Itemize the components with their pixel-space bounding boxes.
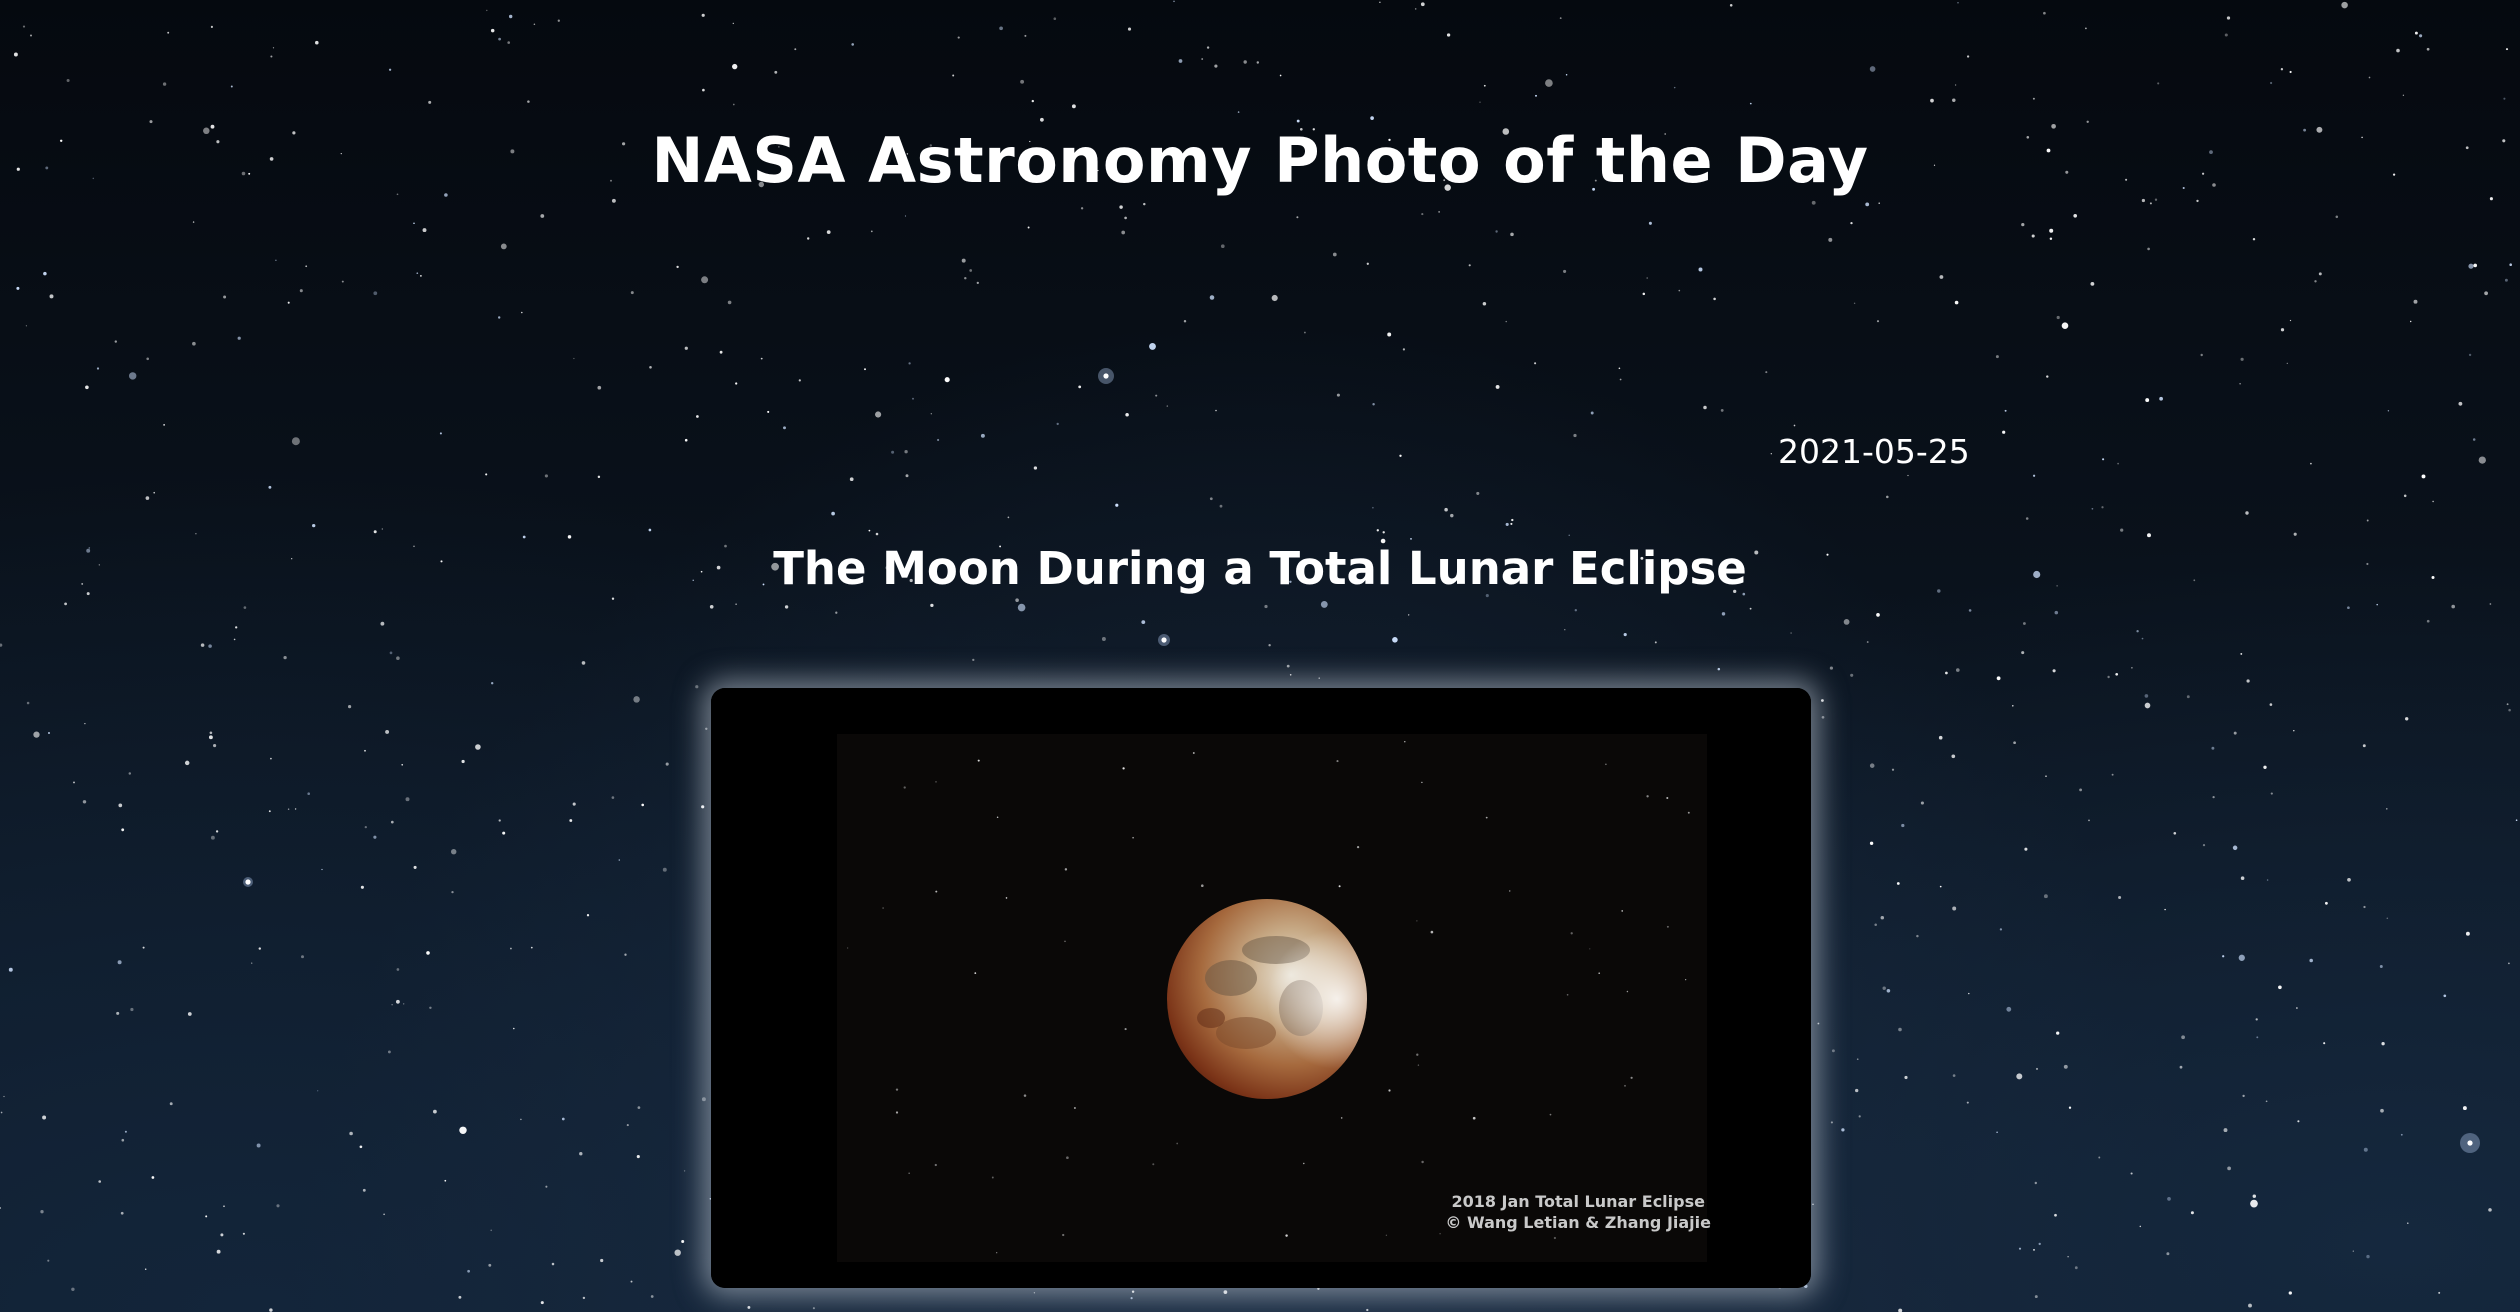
- image-caption: 2018 Jan Total Lunar Eclipse © Wang Leti…: [1445, 1191, 1711, 1233]
- caption-line-title: 2018 Jan Total Lunar Eclipse: [1451, 1192, 1705, 1211]
- apod-image[interactable]: 2018 Jan Total Lunar Eclipse © Wang Leti…: [711, 688, 1811, 1288]
- moon-icon: [1167, 899, 1367, 1099]
- page-title: NASA Astronomy Photo of the Day: [651, 124, 1869, 197]
- caption-line-credit: © Wang Letian & Zhang Jiajie: [1445, 1213, 1711, 1232]
- apod-date: 2021-05-25: [1778, 432, 1970, 471]
- apod-title: The Moon During a Total Lunar Eclipse: [773, 542, 1747, 595]
